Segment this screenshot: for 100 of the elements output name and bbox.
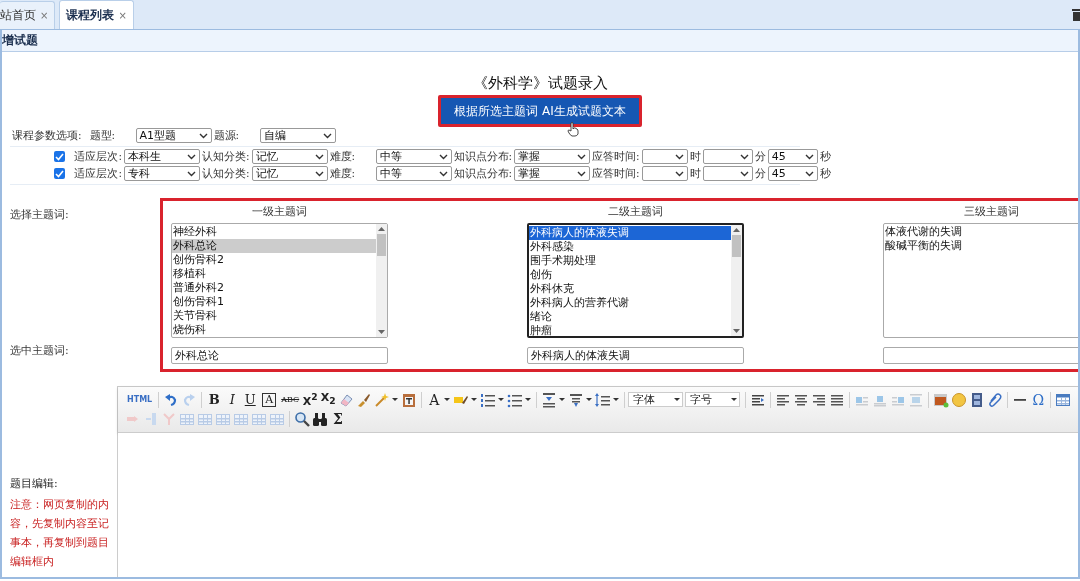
underline-button[interactable]: U: [241, 391, 260, 408]
caret-icon[interactable]: [444, 398, 451, 401]
caret-icon[interactable]: [498, 398, 505, 401]
input-field[interactable]: 外科总论: [171, 347, 388, 364]
bold-button[interactable]: B: [205, 391, 224, 408]
list-option[interactable]: 创伤: [529, 268, 731, 282]
list-option[interactable]: 创伤骨科1: [172, 295, 376, 309]
chevron-icon[interactable]: [322, 132, 332, 139]
list-option[interactable]: 神经外科: [172, 225, 376, 239]
chevron-icon[interactable]: [187, 153, 196, 160]
topic-listbox[interactable]: 神经外科 外科总论 创伤骨科2 移植科 普通外科2 创伤骨科1 关节骨科 烧伤科: [171, 223, 388, 338]
scroll-down-icon[interactable]: [378, 330, 385, 334]
spacing-icon[interactable]: [568, 391, 585, 408]
line-height-icon[interactable]: [595, 391, 612, 408]
list-option[interactable]: 酸碱平衡的失调: [884, 239, 1078, 253]
subscript-button[interactable]: X$_{2}$: [319, 389, 338, 410]
select-field[interactable]: 中等: [375, 149, 452, 164]
list-option[interactable]: 创伤骨科2: [172, 253, 376, 267]
rich-text-editor[interactable]: HTML B I U A ABC X$^{2}$ X$_{2}$ A 字体 字号 Ω Σ: [117, 386, 1078, 577]
list-option[interactable]: 外科病人的营养代谢: [529, 296, 731, 310]
paragraph-spacing-icon[interactable]: [541, 391, 558, 408]
boxed-letter-button[interactable]: A: [262, 392, 277, 407]
paste-text-icon[interactable]: [401, 391, 418, 408]
select-field[interactable]: [702, 166, 753, 181]
select-field[interactable]: 自编: [259, 128, 336, 143]
field-label: 时: [688, 166, 702, 181]
checkbox[interactable]: [54, 168, 66, 179]
tab[interactable]: 站首页 ×: [0, 1, 56, 29]
formula-button[interactable]: Σ: [329, 410, 347, 427]
size-select[interactable]: 字号: [685, 392, 741, 407]
select-field[interactable]: 45: [767, 149, 818, 164]
select-field[interactable]: 中等: [375, 166, 452, 181]
scroll-down-icon[interactable]: [733, 329, 740, 333]
font-select[interactable]: 字体: [628, 392, 684, 407]
search-icon[interactable]: [294, 410, 310, 427]
chevron-icon[interactable]: [187, 170, 196, 177]
list-option[interactable]: 外科感染: [529, 240, 731, 254]
table-icon[interactable]: [1055, 391, 1072, 408]
select-field[interactable]: 掌握: [514, 149, 591, 164]
numbered-list-icon[interactable]: [480, 391, 497, 408]
list-option[interactable]: 体液代谢的失调: [884, 225, 1078, 239]
caret-icon[interactable]: [525, 398, 532, 401]
list-option[interactable]: 外科总论: [172, 239, 376, 253]
font-color-button[interactable]: A: [425, 391, 444, 408]
binoculars-icon[interactable]: [312, 410, 328, 427]
omega-button[interactable]: Ω: [1029, 391, 1048, 408]
select-field[interactable]: 记忆: [251, 149, 328, 164]
scrollbar-thumb[interactable]: [732, 235, 741, 257]
brush-icon[interactable]: [356, 391, 373, 408]
close-icon[interactable]: ×: [118, 9, 127, 21]
select-field[interactable]: [641, 166, 688, 181]
select-field[interactable]: A1型题: [135, 128, 212, 143]
scroll-up-icon[interactable]: [378, 227, 385, 231]
field-label: 选中主题词:: [10, 343, 70, 358]
html-button[interactable]: HTML: [124, 391, 156, 408]
list-option[interactable]: 围手术期处理: [529, 254, 731, 268]
list-option[interactable]: 外科休克: [529, 282, 731, 296]
field-label: 课程参数选项:: [11, 128, 83, 143]
scrollbar[interactable]: [376, 224, 387, 337]
superscript-button[interactable]: X$^{2}$: [301, 389, 320, 410]
scroll-up-icon[interactable]: [733, 228, 740, 232]
column-title: 二级主题词: [607, 205, 664, 219]
select-field[interactable]: 记忆: [251, 166, 328, 181]
tab[interactable]: 课程列表 ×: [59, 0, 134, 29]
list-option[interactable]: 绪论: [529, 310, 731, 324]
list-option[interactable]: 移植科: [172, 267, 376, 281]
topic-listbox[interactable]: 体液代谢的失调 酸碱平衡的失调: [883, 223, 1078, 338]
field-label: 适应层次:: [73, 149, 123, 164]
select-field[interactable]: [702, 149, 753, 164]
field-label: 应答时间:: [591, 166, 641, 181]
input-field[interactable]: 外科病人的体液失调: [527, 347, 744, 364]
caret-icon[interactable]: [613, 398, 620, 401]
scrollbar-thumb[interactable]: [377, 234, 386, 256]
field-label: 知识点分布:: [452, 149, 514, 164]
caret-icon[interactable]: [392, 398, 399, 401]
select-field[interactable]: 本科生: [124, 149, 200, 164]
checkbox[interactable]: [54, 151, 66, 162]
list-option[interactable]: 普通外科2: [172, 281, 376, 295]
select-field[interactable]: 专科: [124, 166, 200, 181]
strikethrough-button[interactable]: ABC: [279, 391, 302, 408]
scrollbar[interactable]: [731, 225, 742, 336]
list-option[interactable]: 烧伤科: [172, 323, 376, 337]
close-icon[interactable]: ×: [40, 10, 49, 21]
list-option[interactable]: 肿瘤: [529, 324, 731, 336]
chevron-icon[interactable]: [198, 132, 208, 139]
image-icon[interactable]: [933, 391, 950, 408]
italic-button[interactable]: I: [223, 391, 242, 408]
generate-button[interactable]: 根据所选主题词 AI生成试题文本: [438, 95, 642, 127]
caret-icon[interactable]: [471, 398, 478, 401]
select-field[interactable]: 45: [767, 166, 818, 181]
topic-listbox[interactable]: 外科病人的体液失调 外科感染 围手术期处理 创伤 外科休克 外科病人的营养代谢 绪论 肿瘤: [527, 223, 744, 338]
list-option[interactable]: 关节骨科: [172, 309, 376, 323]
select-field[interactable]: [641, 149, 688, 164]
field-label: 分: [753, 149, 767, 164]
input-field[interactable]: [883, 347, 1078, 364]
paperclip-icon[interactable]: [987, 391, 1004, 408]
caret-icon[interactable]: [586, 398, 593, 401]
caret-icon[interactable]: [559, 398, 566, 401]
list-option[interactable]: 外科病人的体液失调: [529, 226, 731, 240]
select-field[interactable]: 掌握: [514, 166, 591, 181]
